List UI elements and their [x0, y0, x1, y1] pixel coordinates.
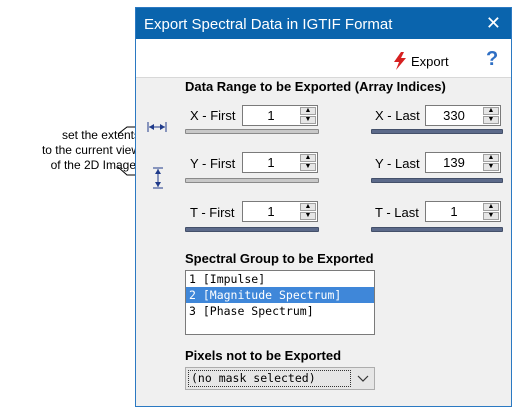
t-last-spinner[interactable]: 1 ▲ ▼	[425, 201, 501, 222]
t-first-value[interactable]: 1	[243, 202, 299, 221]
data-range-heading: Data Range to be Exported (Array Indices…	[185, 79, 446, 94]
x-first-label: X - First	[190, 108, 236, 123]
spin-down-icon[interactable]: ▼	[483, 163, 499, 171]
spin-up-icon[interactable]: ▲	[300, 154, 316, 162]
close-icon[interactable]: ✕	[486, 14, 501, 32]
y-first-spinner[interactable]: 1 ▲ ▼	[242, 152, 318, 173]
spin-down-icon[interactable]: ▼	[300, 212, 316, 220]
t-last-slider[interactable]	[371, 227, 503, 232]
export-label: Export	[411, 53, 449, 69]
annotation-line: of the 2D Imager	[50, 158, 140, 172]
t-first-label: T - First	[190, 205, 235, 220]
spin-down-icon[interactable]: ▼	[300, 163, 316, 171]
x-last-label: X - Last	[375, 108, 420, 123]
t-last-label: T - Last	[375, 205, 419, 220]
mask-select-value[interactable]: (no mask selected)	[188, 370, 351, 387]
export-dialog: Export Spectral Data in IGTIF Format ✕ E…	[135, 7, 512, 407]
y-last-value[interactable]: 139	[426, 153, 482, 172]
spin-up-icon[interactable]: ▲	[300, 107, 316, 115]
x-last-spinner[interactable]: 330 ▲ ▼	[425, 105, 501, 126]
chevron-down-icon[interactable]	[356, 371, 370, 385]
t-last-value[interactable]: 1	[426, 202, 482, 221]
x-first-slider[interactable]	[185, 129, 319, 134]
x-last-slider[interactable]	[371, 129, 503, 134]
spin-down-icon[interactable]: ▼	[483, 116, 499, 124]
mask-select[interactable]: (no mask selected)	[185, 367, 375, 390]
spin-up-icon[interactable]: ▲	[483, 107, 499, 115]
annotation-line: set the extents	[61, 128, 140, 142]
set-x-extents-icon[interactable]	[145, 117, 169, 137]
lightning-icon	[394, 52, 406, 70]
toolbar: Export ?	[136, 39, 511, 78]
t-first-spinner[interactable]: 1 ▲ ▼	[242, 201, 318, 222]
t-first-slider[interactable]	[185, 227, 319, 232]
y-first-slider[interactable]	[185, 178, 319, 183]
spin-up-icon[interactable]: ▲	[483, 203, 499, 211]
list-item[interactable]: 3 [Phase Spectrum]	[186, 303, 374, 319]
y-last-spinner[interactable]: 139 ▲ ▼	[425, 152, 501, 173]
x-first-spinner[interactable]: 1 ▲ ▼	[242, 105, 318, 126]
spin-down-icon[interactable]: ▼	[300, 116, 316, 124]
y-first-value[interactable]: 1	[243, 153, 299, 172]
x-last-value[interactable]: 330	[426, 106, 482, 125]
spin-down-icon[interactable]: ▼	[483, 212, 499, 220]
y-first-label: Y - First	[190, 156, 236, 171]
export-button[interactable]: Export	[393, 51, 449, 71]
spectral-group-list[interactable]: 1 [Impulse] 2 [Magnitude Spectrum] 3 [Ph…	[185, 270, 375, 335]
annotation-line: to the current view	[41, 143, 140, 157]
spin-up-icon[interactable]: ▲	[300, 203, 316, 211]
y-last-slider[interactable]	[371, 178, 503, 183]
title-bar: Export Spectral Data in IGTIF Format ✕	[136, 8, 511, 39]
help-icon[interactable]: ?	[486, 48, 498, 71]
list-item[interactable]: 2 [Magnitude Spectrum]	[186, 287, 374, 303]
x-first-value[interactable]: 1	[243, 106, 299, 125]
spectral-group-heading: Spectral Group to be Exported	[185, 251, 374, 266]
y-last-label: Y - Last	[375, 156, 420, 171]
extents-annotation: set the extents to the current view of t…	[8, 128, 140, 173]
spin-up-icon[interactable]: ▲	[483, 154, 499, 162]
list-item[interactable]: 1 [Impulse]	[186, 271, 374, 287]
mask-heading: Pixels not to be Exported	[185, 348, 342, 363]
set-y-extents-icon[interactable]	[149, 165, 167, 191]
window-title: Export Spectral Data in IGTIF Format	[144, 16, 393, 33]
